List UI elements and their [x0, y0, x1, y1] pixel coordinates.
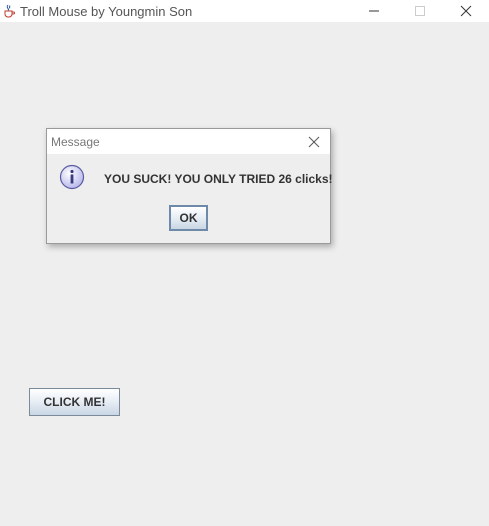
- app-window: Troll Mouse by Youngmin Son CLICK ME! Me…: [0, 0, 489, 526]
- maximize-button[interactable]: [397, 0, 443, 22]
- info-icon: [59, 164, 85, 190]
- window-title: Troll Mouse by Youngmin Son: [20, 3, 193, 19]
- dialog-titlebar[interactable]: Message: [47, 129, 330, 154]
- dialog-close-button[interactable]: [300, 129, 328, 154]
- dialog-message: YOU SUCK! YOU ONLY TRIED 26 clicks!: [104, 172, 333, 186]
- dialog-title: Message: [51, 134, 100, 149]
- java-cup-icon: [2, 4, 16, 18]
- window-content: CLICK ME!: [0, 22, 489, 526]
- minimize-icon: [369, 10, 379, 12]
- click-me-button[interactable]: CLICK ME!: [29, 388, 120, 416]
- minimize-button[interactable]: [351, 0, 397, 22]
- close-icon: [308, 136, 320, 147]
- maximize-icon: [415, 6, 425, 16]
- close-button[interactable]: [443, 0, 489, 22]
- window-titlebar[interactable]: Troll Mouse by Youngmin Son: [0, 0, 489, 22]
- close-icon: [460, 5, 472, 17]
- window-controls: [351, 0, 489, 22]
- message-dialog: Message YOU SUCK! YOU ONLY TRIED 26 clic…: [46, 128, 333, 244]
- ok-button[interactable]: OK: [169, 205, 208, 231]
